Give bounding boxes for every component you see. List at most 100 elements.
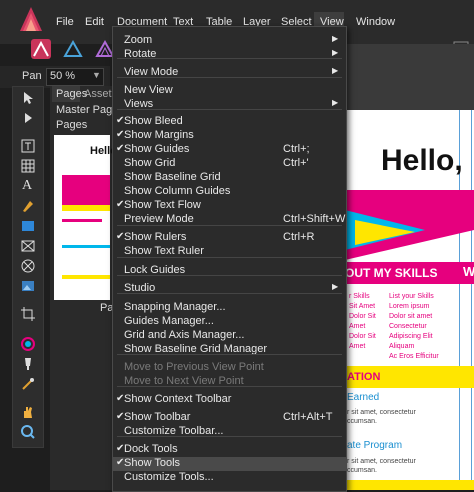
table-tool-icon[interactable] bbox=[20, 158, 36, 174]
move-tool-icon[interactable] bbox=[20, 90, 36, 106]
menu-separator bbox=[117, 275, 342, 276]
publisher-persona-icon[interactable] bbox=[30, 38, 52, 60]
doc-side-letter: W bbox=[463, 264, 474, 279]
view-menu-item-label: Show Column Guides bbox=[124, 185, 231, 197]
doc-education-banner: ATION bbox=[345, 366, 474, 388]
doc-lorem: ccumsan. bbox=[347, 418, 377, 425]
view-menu-item: Move to Previous View Point bbox=[113, 361, 346, 375]
view-menu-item-label: Zoom bbox=[124, 34, 153, 46]
menu-separator bbox=[117, 225, 342, 226]
tab-pages-label: Pages bbox=[56, 88, 88, 100]
view-menu-item-label: Grid and Axis Manager... bbox=[124, 329, 245, 341]
view-menu-item-label: Customize Tools... bbox=[124, 471, 214, 483]
view-menu-item-shortcut: Ctrl+; bbox=[283, 143, 310, 155]
view-menu-item-label: Show Rulers bbox=[124, 231, 187, 243]
doc-education-heading: ATION bbox=[347, 371, 381, 383]
view-menu-item-label: Show Margins bbox=[124, 129, 194, 141]
view-menu-item-label: Guides Manager... bbox=[124, 315, 214, 327]
pages-section[interactable]: Pages bbox=[56, 119, 87, 131]
menu-file[interactable]: File bbox=[56, 16, 74, 28]
guide-line bbox=[471, 110, 472, 490]
doc-lorem: r sit amet, consectetur bbox=[347, 409, 416, 416]
doc-hello: Hello, bbox=[381, 144, 463, 177]
view-menu-item[interactable]: Rotate ▶ bbox=[113, 48, 346, 62]
document-page[interactable]: Hello, OUT MY SKILLS W r Skills Sit Amet… bbox=[345, 110, 474, 490]
node-tool-icon[interactable] bbox=[20, 110, 36, 126]
view-menu: Zoom ▶ Rotate ▶ View Mode ▶ New View Views ▶ ✔ Sho… bbox=[112, 26, 347, 492]
view-menu-item[interactable]: Guides Manager... bbox=[113, 315, 346, 329]
submenu-arrow-icon: ▶ bbox=[332, 66, 339, 75]
text-frame-tool-icon[interactable] bbox=[20, 138, 36, 154]
view-menu-item-label: Preview Mode bbox=[124, 213, 194, 225]
thumb-line bbox=[62, 275, 110, 279]
view-menu-item[interactable]: Grid and Axis Manager... bbox=[113, 329, 346, 343]
doc-program: ate Program bbox=[347, 440, 403, 451]
view-menu-item-shortcut: Ctrl+Shift+W bbox=[283, 213, 346, 225]
view-menu-item[interactable]: ✔ Show Guides Ctrl+; bbox=[113, 143, 346, 157]
pen-tool-icon[interactable] bbox=[20, 198, 36, 214]
transparency-tool-icon[interactable] bbox=[20, 356, 36, 372]
view-menu-item[interactable]: ✔ Show Margins bbox=[113, 129, 346, 143]
view-menu-item-label: Show Context Toolbar bbox=[124, 393, 232, 405]
view-menu-item[interactable]: Show Baseline Grid bbox=[113, 171, 346, 185]
menu-edit[interactable]: Edit bbox=[85, 16, 104, 28]
designer-persona-icon[interactable] bbox=[62, 38, 84, 60]
view-menu-item[interactable]: Show Column Guides bbox=[113, 185, 346, 199]
doc-color-bands bbox=[345, 190, 474, 260]
picture-frame-tool-icon[interactable] bbox=[20, 238, 36, 254]
doc-skills-col1: r Skills Sit Amet Dolor Sit Amet Dolor S… bbox=[349, 293, 376, 350]
view-menu-item[interactable]: ✔ Show Rulers Ctrl+R bbox=[113, 231, 346, 245]
view-menu-item[interactable]: ✔ Show Bleed bbox=[113, 115, 346, 129]
view-menu-item[interactable]: ✔ Show Text Flow bbox=[113, 199, 346, 213]
place-image-tool-icon[interactable] bbox=[20, 278, 36, 294]
submenu-arrow-icon: ▶ bbox=[332, 34, 339, 43]
view-menu-item-label: Show Grid bbox=[124, 157, 176, 169]
tool-name-label: Pan bbox=[22, 70, 42, 82]
view-menu-item[interactable]: ✔ Dock Tools bbox=[113, 443, 346, 457]
affinity-publisher-logo[interactable] bbox=[20, 7, 42, 31]
thumb-line bbox=[62, 245, 110, 248]
rectangle-tool-icon[interactable] bbox=[20, 218, 36, 234]
color-picker-tool-icon[interactable] bbox=[20, 376, 36, 392]
menu-separator bbox=[117, 436, 342, 437]
view-menu-item[interactable]: ✔ Show Toolbar Ctrl+Alt+T bbox=[113, 411, 346, 425]
view-menu-item-label: Show Tools bbox=[124, 457, 181, 469]
doc-skills-banner: OUT MY SKILLS W bbox=[345, 262, 474, 284]
view-menu-item[interactable]: Show Grid Ctrl+' bbox=[113, 157, 346, 171]
menu-separator bbox=[117, 293, 342, 294]
view-menu-item-label: New View bbox=[124, 84, 173, 96]
hand-tool-icon[interactable] bbox=[20, 404, 36, 420]
thumb-line bbox=[62, 219, 102, 222]
menu-separator bbox=[117, 354, 342, 355]
view-menu-item-shortcut: Ctrl+R bbox=[283, 231, 315, 243]
view-menu-item-shortcut: Ctrl+' bbox=[283, 157, 309, 169]
menu-separator bbox=[117, 77, 342, 78]
artistic-text-tool-icon[interactable]: A bbox=[22, 178, 32, 194]
view-menu-item-label: Dock Tools bbox=[124, 443, 178, 455]
menu-separator bbox=[117, 58, 342, 59]
view-menu-item[interactable]: Zoom ▶ bbox=[113, 34, 346, 48]
view-menu-item-label: Show Baseline Grid bbox=[124, 171, 221, 183]
chevron-down-icon[interactable]: ▼ bbox=[92, 70, 101, 80]
view-menu-item-label: Show Text Ruler bbox=[124, 245, 204, 257]
thumb-pink-band bbox=[62, 175, 110, 205]
view-menu-item[interactable]: New View bbox=[113, 84, 346, 98]
crop-tool-icon[interactable] bbox=[20, 306, 36, 322]
view-menu-item[interactable]: ✔ Show Tools bbox=[113, 457, 346, 471]
menu-separator bbox=[117, 386, 342, 387]
zoom-tool-icon[interactable] bbox=[20, 424, 36, 440]
doc-skills-heading: OUT MY SKILLS bbox=[345, 266, 438, 280]
submenu-arrow-icon: ▶ bbox=[332, 282, 339, 291]
fill-tool-icon[interactable] bbox=[20, 336, 36, 352]
doc-skills-col2: List your Skills Lorem ipsum Dolor sit a… bbox=[389, 293, 439, 360]
submenu-arrow-icon: ▶ bbox=[332, 48, 339, 57]
view-menu-item[interactable]: Customize Tools... bbox=[113, 471, 346, 485]
view-menu-item-label: Move to Previous View Point bbox=[124, 361, 264, 373]
view-menu-item[interactable]: ✔ Show Context Toolbar bbox=[113, 393, 346, 407]
view-menu-item-label: Snapping Manager... bbox=[124, 301, 226, 313]
ellipse-frame-tool-icon[interactable] bbox=[20, 258, 36, 274]
view-menu-item[interactable]: Snapping Manager... bbox=[113, 301, 346, 315]
view-menu-item-label: Show Text Flow bbox=[124, 199, 201, 211]
menu-window[interactable]: Window bbox=[356, 16, 395, 28]
page-thumbnail[interactable]: Hello, bbox=[54, 135, 120, 300]
